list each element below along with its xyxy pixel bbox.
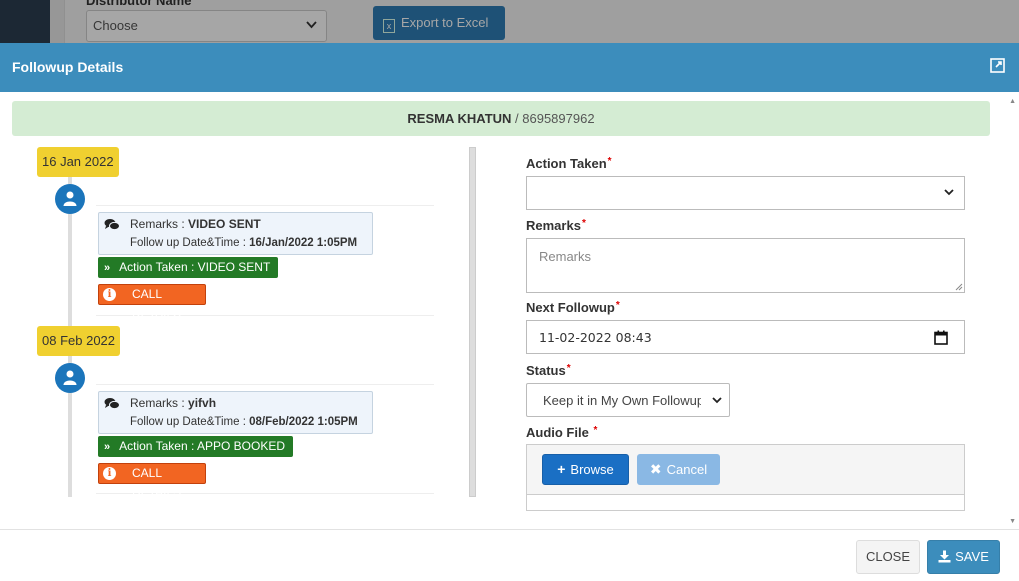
modal-footer: CLOSE SAVE — [0, 529, 1019, 581]
action-taken-value: VIDEO SENT — [197, 260, 271, 274]
audio-file-uploader: + Browse ✖ Cancel — [526, 444, 965, 511]
customer-name: RESMA KHATUN — [407, 111, 512, 126]
followup-line: Follow up Date&Time : 08/Feb/2022 1:05PM — [130, 416, 358, 428]
chevron-down-icon — [712, 397, 722, 404]
double-chevron-icon: » — [104, 262, 111, 274]
action-taken-field-text: Action Taken — [526, 156, 607, 171]
close-button[interactable]: CLOSE — [856, 540, 920, 574]
followup-remarks-box: Remarks : VIDEO SENT Follow up Date&Time… — [98, 212, 373, 255]
status-select[interactable]: Keep it in My Own Followup — [526, 383, 730, 417]
followup-label: Follow up Date&Time : — [130, 416, 250, 428]
action-taken-tag: » Action Taken : APPO BOOKED — [98, 436, 293, 457]
next-followup-input[interactable]: 11-02-2022 08:43 — [526, 320, 965, 354]
action-taken-field-label: Action Taken* — [526, 156, 612, 171]
action-taken-tag: » Action Taken : VIDEO SENT — [98, 257, 279, 278]
chevron-down-icon — [944, 189, 954, 196]
required-mark: * — [566, 363, 571, 374]
double-chevron-icon: » — [104, 441, 111, 453]
file-list-area — [526, 494, 965, 511]
call-details-button[interactable]: i CALL DETAILS — [98, 284, 206, 320]
status-field-label: Status* — [526, 363, 571, 378]
remarks-value: VIDEO SENT — [188, 217, 261, 231]
followup-timeline: 16 Jan 2022 Remarks : VIDEO SENT Follow … — [36, 147, 436, 499]
user-icon — [55, 363, 85, 393]
call-details-label: CALL DETAILS — [132, 287, 182, 320]
calendar-icon[interactable] — [934, 330, 948, 345]
followup-label: Follow up Date&Time : — [130, 237, 250, 249]
timeline-date-tag: 08 Feb 2022 — [37, 326, 121, 356]
remarks-placeholder: Remarks — [539, 249, 592, 264]
modal-title: Followup Details — [12, 59, 124, 75]
required-mark: * — [581, 218, 586, 229]
resize-grip-icon[interactable] — [955, 283, 963, 291]
cancel-upload-button[interactable]: ✖ Cancel — [637, 454, 720, 485]
customer-phone: 8695897962 — [522, 111, 595, 126]
modal-header: Followup Details — [0, 43, 1019, 92]
audio-file-field-text: Audio File — [526, 425, 589, 440]
save-label: SAVE — [955, 549, 989, 564]
status-field-text: Status — [526, 363, 566, 378]
required-mark: * — [593, 425, 598, 436]
remarks-field-text: Remarks — [526, 218, 581, 233]
save-button[interactable]: SAVE — [927, 540, 1000, 574]
next-followup-value: 11-02-2022 08:43 — [539, 330, 652, 345]
next-followup-field-text: Next Followup — [526, 300, 615, 315]
remarks-line: Remarks : VIDEO SENT — [130, 217, 261, 231]
panel-divider[interactable] — [469, 147, 476, 497]
remarks-line: Remarks : yifvh — [130, 396, 216, 410]
cancel-upload-label: Cancel — [666, 462, 708, 477]
action-taken-label: Action Taken : — [119, 260, 198, 274]
audio-file-field-label: Audio File * — [526, 425, 597, 440]
call-details-label: CALL DETAILS — [132, 466, 182, 499]
followup-modal: Followup Details RESMA KHATUN / 86958979… — [0, 43, 1019, 581]
browse-label: Browse — [570, 462, 614, 477]
remarks-value: yifvh — [188, 396, 217, 410]
download-icon — [938, 550, 951, 563]
chat-icon — [104, 398, 120, 410]
call-details-button[interactable]: i CALL DETAILS — [98, 463, 206, 499]
times-icon: ✖ — [649, 461, 662, 477]
user-icon — [55, 184, 85, 214]
customer-separator: / — [511, 111, 523, 126]
timeline-item: Remarks : VIDEO SENT Follow up Date&Time… — [96, 205, 434, 320]
followup-line: Follow up Date&Time : 16/Jan/2022 1:05PM — [130, 237, 357, 249]
browse-button[interactable]: + Browse — [542, 454, 629, 485]
timeline-date-tag: 16 Jan 2022 — [37, 147, 119, 177]
next-followup-field-label: Next Followup* — [526, 300, 620, 315]
followup-value: 16/Jan/2022 1:05PM — [249, 237, 358, 249]
required-mark: * — [615, 300, 620, 311]
chat-icon — [104, 219, 120, 231]
action-taken-select[interactable] — [526, 176, 965, 210]
status-select-value: Keep it in My Own Followup — [543, 393, 701, 408]
followup-remarks-box: Remarks : yifvh Follow up Date&Time : 08… — [98, 391, 373, 434]
remarks-textarea[interactable]: Remarks — [526, 238, 965, 293]
required-mark: * — [607, 156, 612, 167]
followup-value: 08/Feb/2022 1:05PM — [249, 416, 358, 428]
customer-banner: RESMA KHATUN / 8695897962 — [12, 101, 990, 136]
scroll-down-icon[interactable]: ▼ — [1009, 518, 1016, 525]
remarks-label: Remarks : — [130, 217, 189, 231]
plus-icon: + — [557, 461, 566, 477]
action-taken-value: APPO BOOKED — [196, 439, 285, 453]
modal-body: RESMA KHATUN / 8695897962 16 Jan 2022 Re… — [0, 92, 1019, 529]
modal-backdrop — [0, 0, 1019, 44]
remarks-field-label: Remarks* — [526, 218, 586, 233]
info-icon: i — [103, 467, 116, 480]
timeline-item: Remarks : yifvh Follow up Date&Time : 08… — [96, 384, 434, 499]
expand-icon[interactable] — [990, 58, 1005, 73]
info-icon: i — [103, 288, 116, 301]
remarks-label: Remarks : — [130, 396, 189, 410]
modal-scrollbar[interactable]: ▲ ▼ — [1007, 92, 1019, 529]
action-taken-label: Action Taken : — [119, 439, 197, 453]
scroll-up-icon[interactable]: ▲ — [1009, 98, 1016, 105]
